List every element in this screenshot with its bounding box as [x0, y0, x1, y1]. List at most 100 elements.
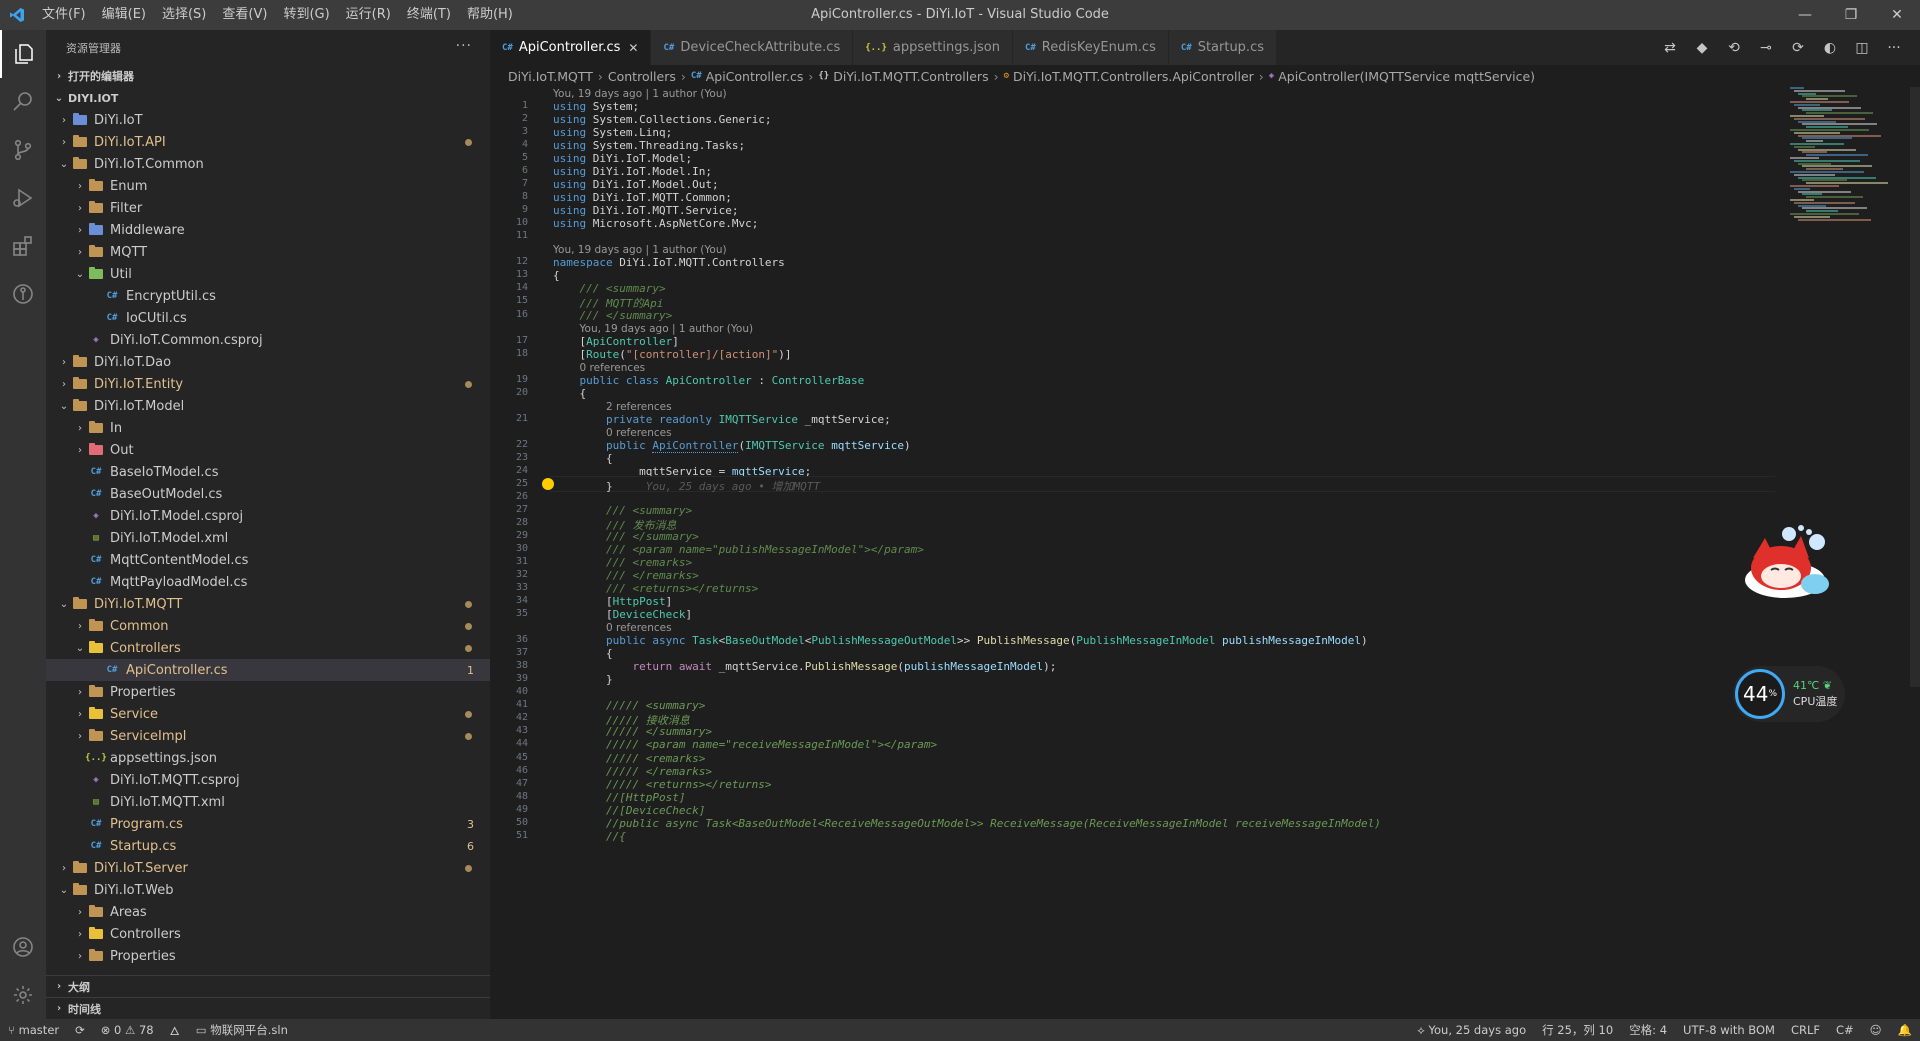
codelens-annotation[interactable]: 0 references	[553, 361, 646, 374]
codelens-annotation[interactable]: 2 references	[553, 400, 672, 413]
code-line[interactable]: /// </summary>	[553, 530, 699, 543]
tree-folder[interactable]: › DiYi.IoT.Entity	[46, 373, 490, 395]
tree-file[interactable]: {..} appsettings.json	[46, 747, 490, 769]
codelens-annotation[interactable]: 0 references	[553, 621, 672, 634]
tree-file[interactable]: ◈ DiYi.IoT.Common.csproj	[46, 329, 490, 351]
breadcrumb-item[interactable]: Controllers	[608, 69, 676, 84]
menu-item[interactable]: 查看(V)	[214, 0, 275, 30]
menu-item[interactable]: 编辑(E)	[94, 0, 154, 30]
menu-item[interactable]: 文件(F)	[34, 0, 94, 30]
breadcrumb-item[interactable]: ApiController(IMQTTService mqttService)	[1278, 69, 1535, 84]
explorer-icon[interactable]	[0, 30, 46, 78]
code-line[interactable]: using DiYi.IoT.MQTT.Common;	[553, 191, 732, 204]
code-line[interactable]: using DiYi.IoT.MQTT.Service;	[553, 204, 738, 217]
tree-folder[interactable]: ⌄ DiYi.IoT.Web	[46, 879, 490, 901]
tree-file[interactable]: C# Startup.cs 6	[46, 835, 490, 857]
codelens-annotation[interactable]: 0 references	[553, 426, 672, 439]
indentation-setting[interactable]: 空格: 4	[1621, 1022, 1675, 1038]
code-line[interactable]: /// <summary>	[553, 504, 692, 517]
encoding-setting[interactable]: UTF-8 with BOM	[1675, 1023, 1783, 1037]
tree-file[interactable]: C# BaseIoTModel.cs	[46, 461, 490, 483]
tree-folder[interactable]: › Controllers	[46, 923, 490, 945]
extensions-icon[interactable]	[0, 222, 46, 270]
tree-folder[interactable]: › DiYi.IoT	[46, 109, 490, 131]
cursor-position[interactable]: 行 25，列 10	[1534, 1022, 1621, 1038]
tree-file[interactable]: ◈ DiYi.IoT.MQTT.csproj	[46, 769, 490, 791]
code-line[interactable]: //{	[553, 830, 626, 843]
code-line[interactable]: {	[553, 452, 613, 465]
minimize-button[interactable]: —	[1782, 0, 1828, 30]
tree-folder[interactable]: ⌄ Controllers	[46, 637, 490, 659]
tree-folder[interactable]: › Out	[46, 439, 490, 461]
more-actions-icon[interactable]: ···	[1878, 40, 1910, 56]
code-line[interactable]: using System.Linq;	[553, 126, 672, 139]
breadcrumb-item[interactable]: DiYi.IoT.MQTT	[508, 69, 593, 84]
code-line[interactable]: return await _mqttService.PublishMessage…	[553, 660, 1056, 673]
tree-file[interactable]: C# BaseOutModel.cs	[46, 483, 490, 505]
tree-file[interactable]: ◈ DiYi.IoT.Model.csproj	[46, 505, 490, 527]
tree-file[interactable]: C# MqttContentModel.cs	[46, 549, 490, 571]
code-line[interactable]: /// </remarks>	[553, 569, 699, 582]
outline-section[interactable]: › 大纲	[46, 975, 490, 997]
code-line[interactable]: /// <returns></returns>	[553, 582, 758, 595]
accounts-icon[interactable]	[0, 923, 46, 971]
code-editor[interactable]: You, 19 days ago | 1 author (You) 1 using …	[490, 87, 1775, 1019]
blame-toggle-icon[interactable]: ◐	[1814, 40, 1846, 56]
menu-item[interactable]: 终端(T)	[399, 0, 459, 30]
vertical-scrollbar[interactable]	[1910, 87, 1920, 687]
code-line[interactable]: ///// </summary>	[553, 725, 712, 738]
code-line[interactable]: [DeviceCheck]	[553, 608, 692, 621]
menu-item[interactable]: 运行(R)	[338, 0, 399, 30]
sync-icon[interactable]: ⟳	[67, 1023, 93, 1037]
tree-folder[interactable]: › Properties	[46, 945, 490, 967]
git-commit-icon[interactable]: ◆	[1686, 40, 1718, 56]
tree-file[interactable]: C# Program.cs 3	[46, 813, 490, 835]
codelens-annotation[interactable]: You, 19 days ago | 1 author (You)	[553, 322, 754, 335]
restore-button[interactable]: ❐	[1828, 0, 1874, 30]
source-control-icon[interactable]	[0, 126, 46, 174]
tree-folder[interactable]: › Areas	[46, 901, 490, 923]
run-debug-icon[interactable]	[0, 174, 46, 222]
code-line[interactable]: using System;	[553, 100, 639, 113]
tree-folder[interactable]: › DiYi.IoT.Server	[46, 857, 490, 879]
editor-tab[interactable]: C# DeviceCheckAttribute.cs	[651, 30, 854, 65]
tree-folder[interactable]: ⌄ DiYi.IoT.Model	[46, 395, 490, 417]
tree-folder[interactable]: › DiYi.IoT.API	[46, 131, 490, 153]
editor-tab[interactable]: C# ApiController.cs ✕	[490, 30, 652, 65]
tree-folder[interactable]: ⌄ Util	[46, 263, 490, 285]
gitlens-icon[interactable]	[0, 270, 46, 318]
tree-folder[interactable]: › Service	[46, 703, 490, 725]
code-line[interactable]: /// </summary>	[553, 309, 673, 322]
code-line[interactable]: } You, 25 days ago • 增加MQTT	[553, 478, 820, 494]
code-line[interactable]: [ApiController]	[553, 335, 678, 348]
tree-folder[interactable]: › Properties	[46, 681, 490, 703]
tree-folder[interactable]: ⌄ DiYi.IoT.MQTT	[46, 593, 490, 615]
code-line[interactable]: public class ApiController : ControllerB…	[553, 374, 865, 387]
open-editors-section[interactable]: › 打开的编辑器	[46, 65, 490, 87]
compare-changes-icon[interactable]: ⇄	[1654, 40, 1686, 56]
code-line[interactable]: //public async Task<BaseOutModel<Receive…	[553, 817, 1381, 830]
code-line[interactable]: /// <remarks>	[553, 556, 692, 569]
more-actions-icon[interactable]: ···	[456, 38, 472, 54]
tree-folder[interactable]: › MQTT	[46, 241, 490, 263]
notifications-bell-icon[interactable]: 🔔	[1890, 1023, 1920, 1037]
menu-item[interactable]: 选择(S)	[154, 0, 214, 30]
code-line[interactable]: /// <summary>	[553, 282, 666, 295]
editor-tab[interactable]: C# Startup.cs	[1168, 30, 1277, 65]
split-editor-icon[interactable]: ◫	[1846, 40, 1878, 56]
tree-folder[interactable]: ⌄ DiYi.IoT.Common	[46, 153, 490, 175]
tree-file[interactable]: ▤ DiYi.IoT.MQTT.xml	[46, 791, 490, 813]
fire-icon[interactable]: 🜂	[162, 1018, 188, 1041]
code-line[interactable]: {	[553, 647, 613, 660]
search-icon[interactable]	[0, 78, 46, 126]
breadcrumb-item[interactable]: DiYi.IoT.MQTT.Controllers.ApiController	[1013, 69, 1254, 84]
minimap[interactable]	[1790, 87, 1910, 227]
branch-indicator[interactable]: ⑂ master	[0, 1023, 67, 1037]
code-line[interactable]: {	[553, 387, 586, 400]
tree-folder[interactable]: › ServiceImpl	[46, 725, 490, 747]
tree-folder[interactable]: › In	[46, 417, 490, 439]
close-tab-icon[interactable]: ✕	[628, 41, 638, 55]
codelens-annotation[interactable]: You, 19 days ago | 1 author (You)	[553, 243, 727, 256]
code-line[interactable]: [HttpPost]	[553, 595, 672, 608]
code-line[interactable]: ///// <remarks>	[553, 752, 705, 765]
